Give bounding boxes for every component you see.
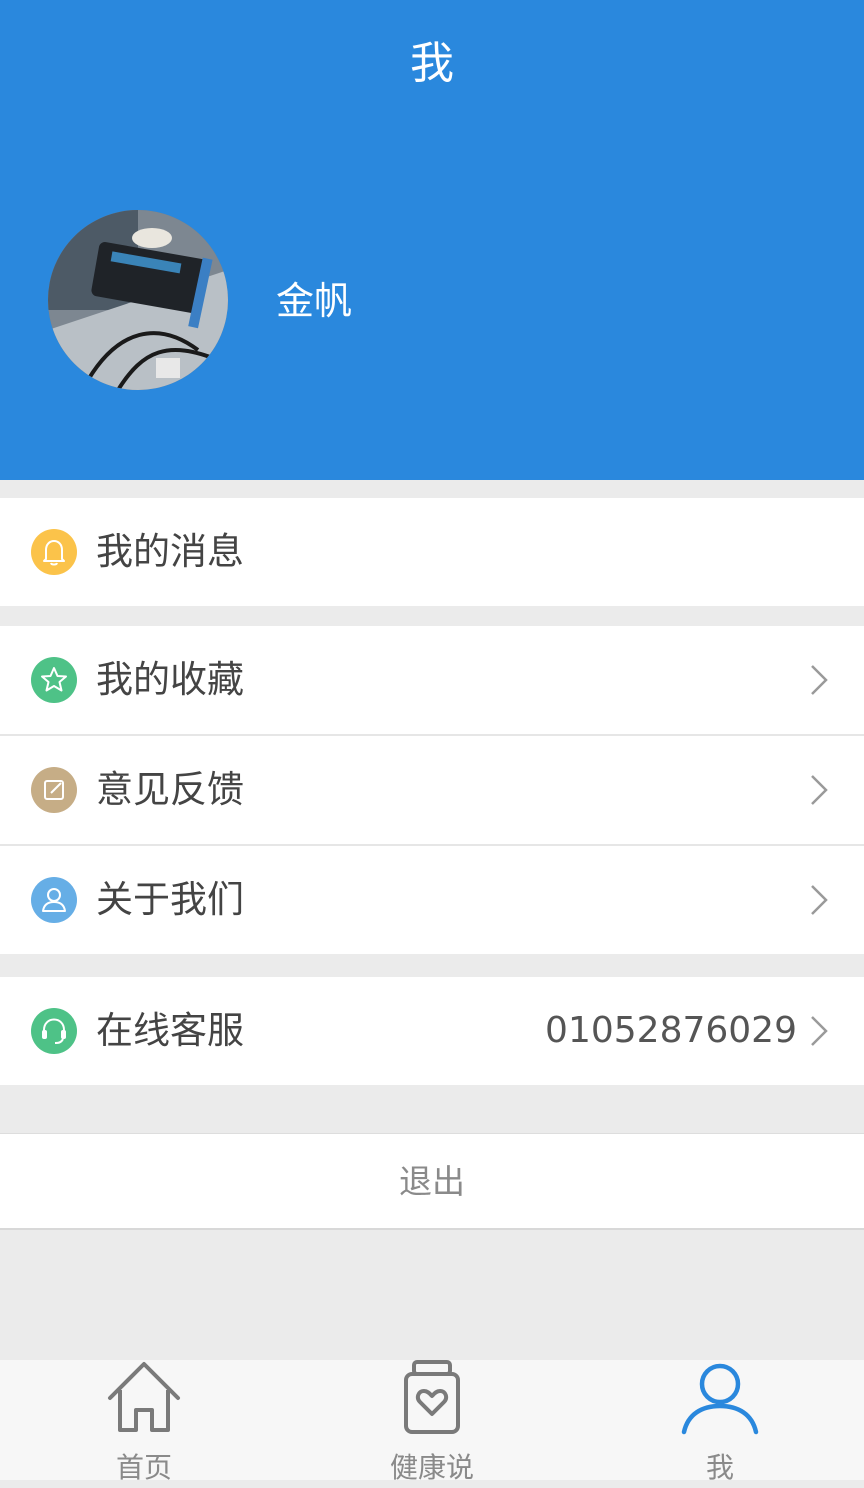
logout-button[interactable]: 退出 (0, 1133, 864, 1230)
tab-health-talk[interactable]: 健康说 (288, 1360, 576, 1484)
tab-label-me: 我 (705, 1451, 734, 1484)
chevron-right-icon (811, 665, 828, 695)
bell-icon (31, 529, 77, 575)
tab-label-health-talk: 健康说 (389, 1451, 474, 1484)
support-phone-number[interactable]: 01052876029 (545, 1005, 797, 1057)
avatar[interactable] (48, 210, 228, 390)
avatar-photo (48, 210, 228, 390)
menu-label-messages: 我的消息 (96, 530, 244, 573)
menu-label-feedback: 意见反馈 (96, 768, 244, 811)
home-icon (108, 1362, 180, 1432)
edit-icon (31, 767, 77, 813)
chevron-right-icon (811, 1016, 828, 1046)
page-title: 我 (410, 38, 454, 89)
tab-home[interactable]: 首页 (0, 1360, 288, 1484)
chevron-right-icon (811, 775, 828, 805)
tab-me[interactable]: 我 (576, 1360, 864, 1484)
menu-item-support[interactable]: 在线客服 01052876029 (0, 977, 864, 1085)
menu-item-about[interactable]: 关于我们 (0, 846, 864, 954)
tab-label-home: 首页 (115, 1451, 172, 1484)
bottom-tab-bar: 首页 健康说 我 (0, 1360, 864, 1484)
menu-item-messages[interactable]: 我的消息 (0, 498, 864, 606)
menu-label-favorites: 我的收藏 (96, 658, 244, 701)
menu-item-feedback[interactable]: 意见反馈 (0, 736, 864, 844)
username: 金帆 (276, 279, 353, 323)
profile-header: 我 金帆 (0, 0, 864, 480)
user-icon (681, 1363, 759, 1435)
headset-icon (31, 1008, 77, 1054)
star-icon (31, 657, 77, 703)
menu-item-favorites[interactable]: 我的收藏 (0, 626, 864, 734)
menu-label-support: 在线客服 (96, 1009, 244, 1052)
menu-label-about: 关于我们 (96, 878, 244, 921)
person-icon (31, 877, 77, 923)
heart-jar-icon (404, 1360, 460, 1434)
logout-label: 退出 (399, 1162, 465, 1201)
chevron-right-icon (811, 885, 828, 915)
